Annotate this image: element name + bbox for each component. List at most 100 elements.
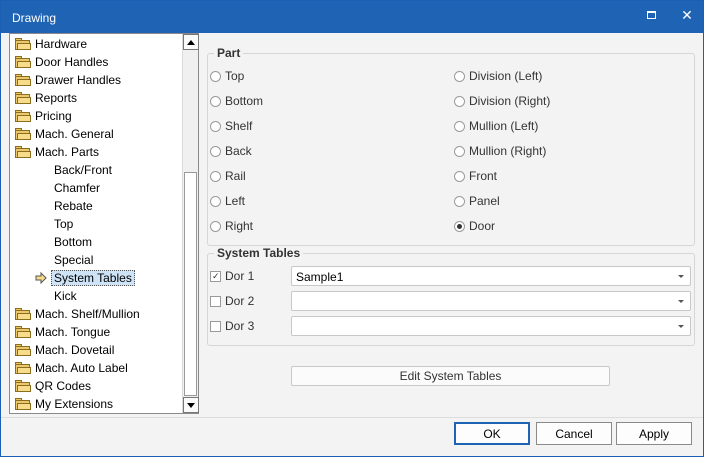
- tree-folder-item[interactable]: Mach. Dovetail: [10, 341, 114, 359]
- tree-item-label: Mach. Tongue: [35, 325, 111, 339]
- part-radio-rail[interactable]: Rail: [210, 168, 246, 184]
- part-radio-door[interactable]: Door: [454, 218, 495, 234]
- title-bar[interactable]: Drawing ✕: [1, 1, 703, 33]
- ok-button[interactable]: OK: [454, 422, 530, 445]
- tree-scrollbar[interactable]: [182, 34, 199, 413]
- scroll-thumb[interactable]: [184, 172, 197, 396]
- tree-folder-item[interactable]: Drawer Handles: [10, 71, 121, 89]
- tree-item-label: Mach. Shelf/Mullion: [35, 307, 140, 321]
- checkbox-label: Dor 3: [225, 319, 255, 333]
- part-radio-front[interactable]: Front: [454, 168, 497, 184]
- system-table-checkbox-2[interactable]: Dor 2: [210, 293, 254, 309]
- cancel-button[interactable]: Cancel: [536, 422, 612, 445]
- tree-child-item[interactable]: Back/Front: [10, 161, 112, 179]
- system-table-checkbox-1[interactable]: Dor 1: [210, 268, 254, 284]
- tree-item-label: Pricing: [35, 109, 72, 123]
- part-radio-division-right[interactable]: Division (Right): [454, 93, 550, 109]
- tree-folder-item[interactable]: Mach. Auto Label: [10, 359, 128, 377]
- tree-folder-item[interactable]: Mach. General: [10, 125, 114, 143]
- category-tree[interactable]: Hardware Door Handles Drawer Handles Report…: [9, 33, 199, 414]
- folder-icon: [15, 92, 31, 104]
- radio-circle: [210, 95, 221, 107]
- radio-circle: [454, 120, 465, 132]
- radio-label: Front: [469, 169, 498, 183]
- system-table-select-3[interactable]: [291, 316, 691, 336]
- tree-folder-item[interactable]: QR Codes: [10, 377, 91, 395]
- checkbox-box: [210, 320, 221, 332]
- chevron-down-icon: [678, 300, 684, 303]
- folder-icon: [15, 344, 31, 356]
- part-radio-mullion-right[interactable]: Mullion (Right): [454, 143, 546, 159]
- tree-item-label: Kick: [54, 289, 77, 303]
- scroll-down-button[interactable]: [183, 397, 199, 413]
- system-table-checkbox-3[interactable]: Dor 3: [210, 318, 254, 334]
- drawing-dialog: Drawing ✕ Hardware Door Handles Drawer Han…: [0, 0, 704, 457]
- part-radio-bottom[interactable]: Bottom: [210, 93, 263, 109]
- tree-folder-item[interactable]: My Extensions: [10, 395, 113, 413]
- radio-circle: [454, 70, 465, 82]
- system-table-select-1[interactable]: Sample1: [291, 266, 691, 286]
- part-radio-panel[interactable]: Panel: [454, 193, 500, 209]
- tree-item-label: Mach. General: [35, 127, 114, 141]
- radio-label: Shelf: [225, 119, 253, 133]
- system-table-select-2[interactable]: [291, 291, 691, 311]
- radio-label: Panel: [469, 194, 500, 208]
- tree-folder-item[interactable]: Mach. Shelf/Mullion: [10, 305, 140, 323]
- part-group-title: Part: [214, 46, 244, 60]
- tree-item-label: Mach. Auto Label: [35, 361, 128, 375]
- scroll-up-button[interactable]: [183, 34, 199, 50]
- maximize-button[interactable]: [633, 1, 669, 29]
- window-title: Drawing: [12, 11, 57, 25]
- tree-folder-item[interactable]: Mach. Tongue: [10, 323, 110, 341]
- tree-item-label: Special: [54, 253, 94, 267]
- maximize-icon: [646, 11, 656, 19]
- chevron-down-icon: [678, 275, 684, 278]
- part-radio-back[interactable]: Back: [210, 143, 252, 159]
- tree-child-item[interactable]: Chamfer: [10, 179, 100, 197]
- apply-button[interactable]: Apply: [616, 422, 692, 445]
- radio-circle: [210, 195, 221, 207]
- tree-folder-item[interactable]: Hardware: [10, 35, 87, 53]
- radio-circle: [210, 70, 221, 82]
- radio-label: Mullion (Left): [469, 119, 539, 133]
- close-icon: ✕: [681, 7, 693, 23]
- tree-folder-item[interactable]: Reports: [10, 89, 77, 107]
- tree-child-item[interactable]: Bottom: [10, 233, 92, 251]
- part-radio-right[interactable]: Right: [210, 218, 253, 234]
- select-value: Sample1: [296, 270, 344, 284]
- tree-item-label: Rebate: [54, 199, 93, 213]
- tree-child-item[interactable]: Kick: [10, 287, 77, 305]
- tree-item-label: Bottom: [54, 235, 93, 249]
- part-radio-division-left[interactable]: Division (Left): [454, 68, 542, 84]
- radio-circle: [210, 220, 221, 232]
- tree-folder-item[interactable]: Mach. Parts: [10, 143, 99, 161]
- folder-icon: [15, 128, 31, 140]
- radio-circle: [454, 145, 465, 157]
- part-radio-left[interactable]: Left: [210, 193, 245, 209]
- tree-child-item[interactable]: Special: [10, 251, 93, 269]
- radio-label: Mullion (Right): [469, 144, 547, 158]
- tree-item-label: My Extensions: [35, 397, 114, 411]
- tree-folder-item[interactable]: Door Handles: [10, 53, 108, 71]
- radio-label: Rail: [225, 169, 246, 183]
- checkbox-label: Dor 1: [225, 269, 255, 283]
- tree-item-label: Drawer Handles: [35, 73, 122, 87]
- part-radio-top[interactable]: Top: [210, 68, 244, 84]
- folder-icon: [15, 56, 31, 68]
- system-tables-title: System Tables: [214, 246, 304, 260]
- radio-circle: [454, 95, 465, 107]
- close-button[interactable]: ✕: [669, 1, 704, 29]
- folder-icon: [15, 146, 31, 158]
- tree-child-item-selected[interactable]: System Tables: [10, 269, 135, 287]
- tree-item-label: Reports: [35, 91, 78, 105]
- folder-icon: [15, 308, 31, 320]
- radio-label: Left: [225, 194, 246, 208]
- part-radio-shelf[interactable]: Shelf: [210, 118, 252, 134]
- tree-folder-item[interactable]: Pricing: [10, 107, 72, 125]
- chevron-down-icon: [678, 325, 684, 328]
- part-radio-mullion-left[interactable]: Mullion (Left): [454, 118, 538, 134]
- tree-child-item[interactable]: Rebate: [10, 197, 93, 215]
- edit-system-tables-button[interactable]: Edit System Tables: [291, 366, 610, 386]
- current-arrow-icon: [35, 272, 47, 284]
- tree-child-item[interactable]: Top: [10, 215, 73, 233]
